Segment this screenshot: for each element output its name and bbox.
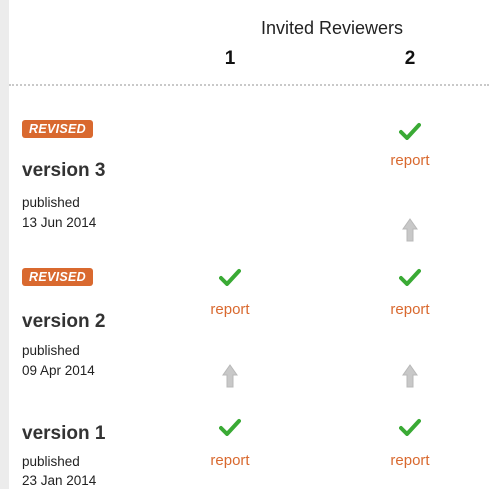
arrow-up-icon bbox=[402, 364, 418, 388]
checkmark-icon bbox=[219, 269, 241, 286]
version-1-reviewer-1-report-link[interactable]: report bbox=[190, 452, 270, 469]
version-2-date: 09 Apr 2014 bbox=[22, 363, 95, 378]
version-1-date: 23 Jan 2014 bbox=[22, 473, 97, 488]
checkmark-icon bbox=[399, 419, 421, 436]
version-3-published-label: published bbox=[22, 195, 80, 210]
checkmark-icon bbox=[219, 419, 241, 436]
checkmark-icon bbox=[399, 269, 421, 286]
reviewer-2-column-header: 2 bbox=[404, 48, 416, 69]
version-1-reviewer-2-report-link[interactable]: report bbox=[370, 452, 450, 469]
version-2-reviewer-2-report-link[interactable]: report bbox=[370, 301, 450, 318]
left-sidebar-strip bbox=[0, 0, 9, 489]
version-3-date: 13 Jun 2014 bbox=[22, 215, 97, 230]
revised-badge: REVISED bbox=[22, 120, 93, 138]
arrow-up-icon bbox=[402, 218, 418, 242]
reviewer-1-column-header: 1 bbox=[224, 48, 236, 69]
revised-badge: REVISED bbox=[22, 268, 93, 286]
checkmark-icon bbox=[399, 123, 421, 140]
version-2-title[interactable]: version 2 bbox=[22, 311, 105, 333]
version-2-reviewer-1-report-link[interactable]: report bbox=[190, 301, 270, 318]
version-1-published-label: published bbox=[22, 454, 80, 469]
version-3-reviewer-2-report-link[interactable]: report bbox=[370, 152, 450, 169]
invited-reviewers-heading: Invited Reviewers bbox=[260, 18, 404, 38]
header-divider bbox=[9, 84, 489, 86]
version-3-title[interactable]: version 3 bbox=[22, 160, 105, 182]
version-1-title[interactable]: version 1 bbox=[22, 423, 105, 445]
arrow-up-icon bbox=[222, 364, 238, 388]
version-2-published-label: published bbox=[22, 343, 80, 358]
